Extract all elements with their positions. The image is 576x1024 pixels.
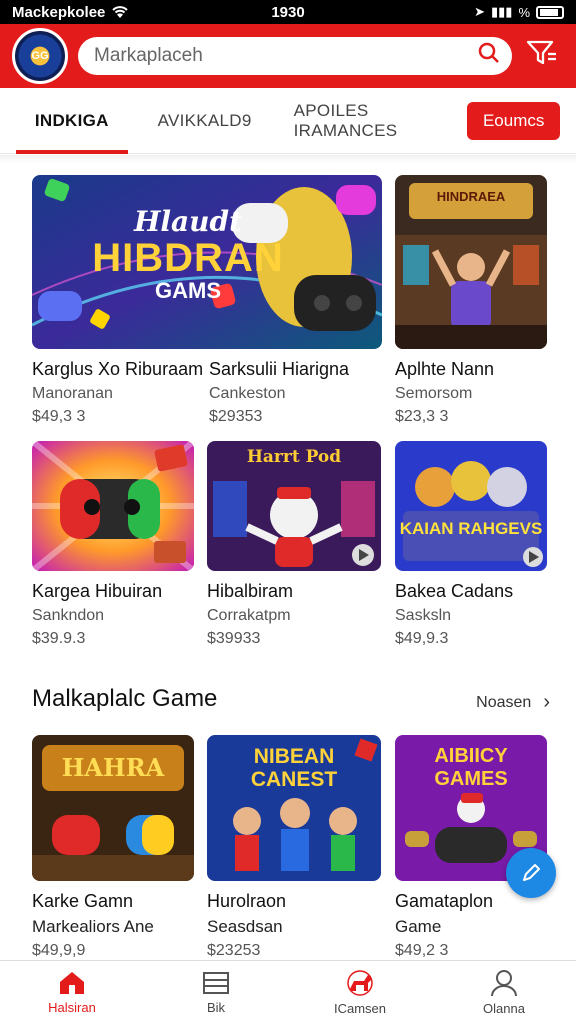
card-title: Bakea Cadans [395,581,514,601]
card-price: $39.9.3 [32,630,86,647]
person-icon [491,970,517,997]
search-bar[interactable] [78,37,512,75]
battery-icon [536,5,564,19]
product-image: Harrt Pod [207,441,381,571]
see-all-link[interactable]: Noasen › [476,691,550,714]
banner-line: GAMS [155,278,221,303]
card-title: Sarksulii Hiarigna [209,359,350,379]
image-banner: AIBIICY GAMES [434,745,508,790]
card-title: Hibalbiram [207,581,294,601]
product-image: Hlaudt HIBDRAN GAMS [32,175,382,349]
status-icons: ➤ ▮▮▮ % [474,4,564,20]
list-icon [203,972,229,994]
nav-label: Olanna [483,1001,525,1016]
card-subtitle: Game [395,917,442,936]
tab-apoiles[interactable]: APOILES IRAMANCES [294,101,468,141]
edit-fab-button[interactable] [506,848,556,898]
product-card[interactable]: HAHRA Karke Gamn Markealiors Ane $49,9,9 [32,735,194,960]
product-card[interactable]: KAIAN RAHGEVS Bakea Cadans Sasksln $49,9… [395,441,547,648]
location-icon: ➤ [474,4,485,19]
chevron-right-icon: › [543,691,550,713]
pencil-icon [523,864,540,881]
nav-label: ICamsen [333,1001,387,1016]
nav-item-camsen[interactable]: ICamsen [288,961,432,1024]
nav-label: Bik [206,1000,226,1015]
nav-item-profile[interactable]: Olanna [432,961,576,1024]
filter-icon[interactable] [526,39,558,74]
product-card[interactable]: NIBEAN CANEST Hurolraon Seasdsan $23253 [207,735,381,960]
image-banner: NIBEAN CANEST [250,745,338,791]
product-card[interactable]: HINDRAEA Aplhte Nann Semorsom $23,3 3 [395,175,547,426]
product-image: HAHRA [32,735,194,881]
battery-label: % [518,4,530,20]
tab-action-button[interactable]: Eoumcs [467,101,560,140]
product-image [32,441,194,571]
carrier-group: Mackepkolee [12,4,129,21]
card-title: Karke Gamn [32,891,134,911]
card-subtitle: Seasdsan [207,917,283,936]
tab-avikkald9[interactable]: AVIKKALD9 [158,111,252,131]
card-title: Kargea Hibuiran [32,581,163,601]
product-card[interactable]: Harrt Pod Hibalbiram Corrakatpm $39933 [207,441,381,648]
banner-line: Hlaudt [133,205,243,238]
bottom-nav: Halsiran Bik ICamsen Olanna [0,960,576,1024]
status-bar: Mackepkolee 1930 ➤ ▮▮▮ % [0,0,576,24]
card-subtitle: Cankeston [209,385,286,402]
card-title: Hurolraon [207,891,287,911]
nav-item-home[interactable]: Halsiran [0,961,144,1024]
search-icon[interactable] [478,42,500,70]
card-price: $29353 [209,408,263,425]
signal-icon: ▮▮▮ [490,4,513,19]
tab-label: APOILES IRAMANCES [293,100,398,140]
product-card[interactable]: Kargea Hibuiran Sankndon $39.9.3 [32,441,194,648]
image-banner: HINDRAEA [436,189,506,204]
app-header: GG [0,24,576,88]
card-subtitle: Markealiors Ane [32,917,154,936]
card-price: $49,9.3 [395,630,449,647]
card-subtitle: Sankndon [32,607,105,624]
image-banner: Hlaudt HIBDRAN GAMS [88,205,288,304]
carrier-name: Mackepkolee [12,3,106,21]
card-subtitle: Sasksln [395,607,452,624]
banner-line: HIBDRAN [92,236,284,280]
app-logo[interactable]: GG [12,28,68,84]
wifi-icon [112,6,129,18]
image-banner: HAHRA [61,753,165,782]
card-subtitle: Corrakatpm [207,607,291,624]
card-subtitle: Semorsom [395,385,473,402]
card-price: $49,9,9 [32,942,86,959]
nav-item-list[interactable]: Bik [144,961,288,1024]
divider [0,155,576,163]
home-icon [60,972,84,994]
image-banner: Harrt Pod [246,447,342,467]
product-image: HINDRAEA [395,175,547,349]
tab-bar: INDKIGA AVIKKALD9 APOILES IRAMANCES Eoum… [0,88,576,154]
product-image: NIBEAN CANEST [207,735,381,881]
card-price: $39933 [207,630,261,647]
tab-indkiga[interactable]: INDKIGA [16,88,128,154]
card-price: $23,3 3 [395,408,449,425]
main-content[interactable]: Hlaudt HIBDRAN GAMS Karglus Xo Riburaam … [0,155,576,960]
app-screen: Mackepkolee 1930 ➤ ▮▮▮ % GG INDKIGA AVIK… [0,0,576,1024]
card-price: $23253 [207,942,261,959]
product-card[interactable]: Sarksulii Hiarigna Cankeston $29353 [209,349,389,426]
product-image: KAIAN RAHGEVS [395,441,547,571]
dog-icon [347,970,373,996]
search-input[interactable] [94,45,478,67]
product-card[interactable]: AIBIICY GAMES Gamataplon Game $49,2 3 [395,735,547,960]
card-price: $49,2 3 [395,942,449,959]
image-banner: KAIAN RAHGEVS [399,519,543,538]
see-all-label: Noasen [476,693,532,711]
card-title: Aplhte Nann [395,359,495,379]
nav-label: Halsiran [48,1000,96,1015]
section-title: Malkaplalc Game [32,685,218,712]
logo-text: GG [31,50,49,62]
tab-label: INDKIGA [34,110,109,130]
tab-label: AVIKKALD9 [157,110,252,130]
